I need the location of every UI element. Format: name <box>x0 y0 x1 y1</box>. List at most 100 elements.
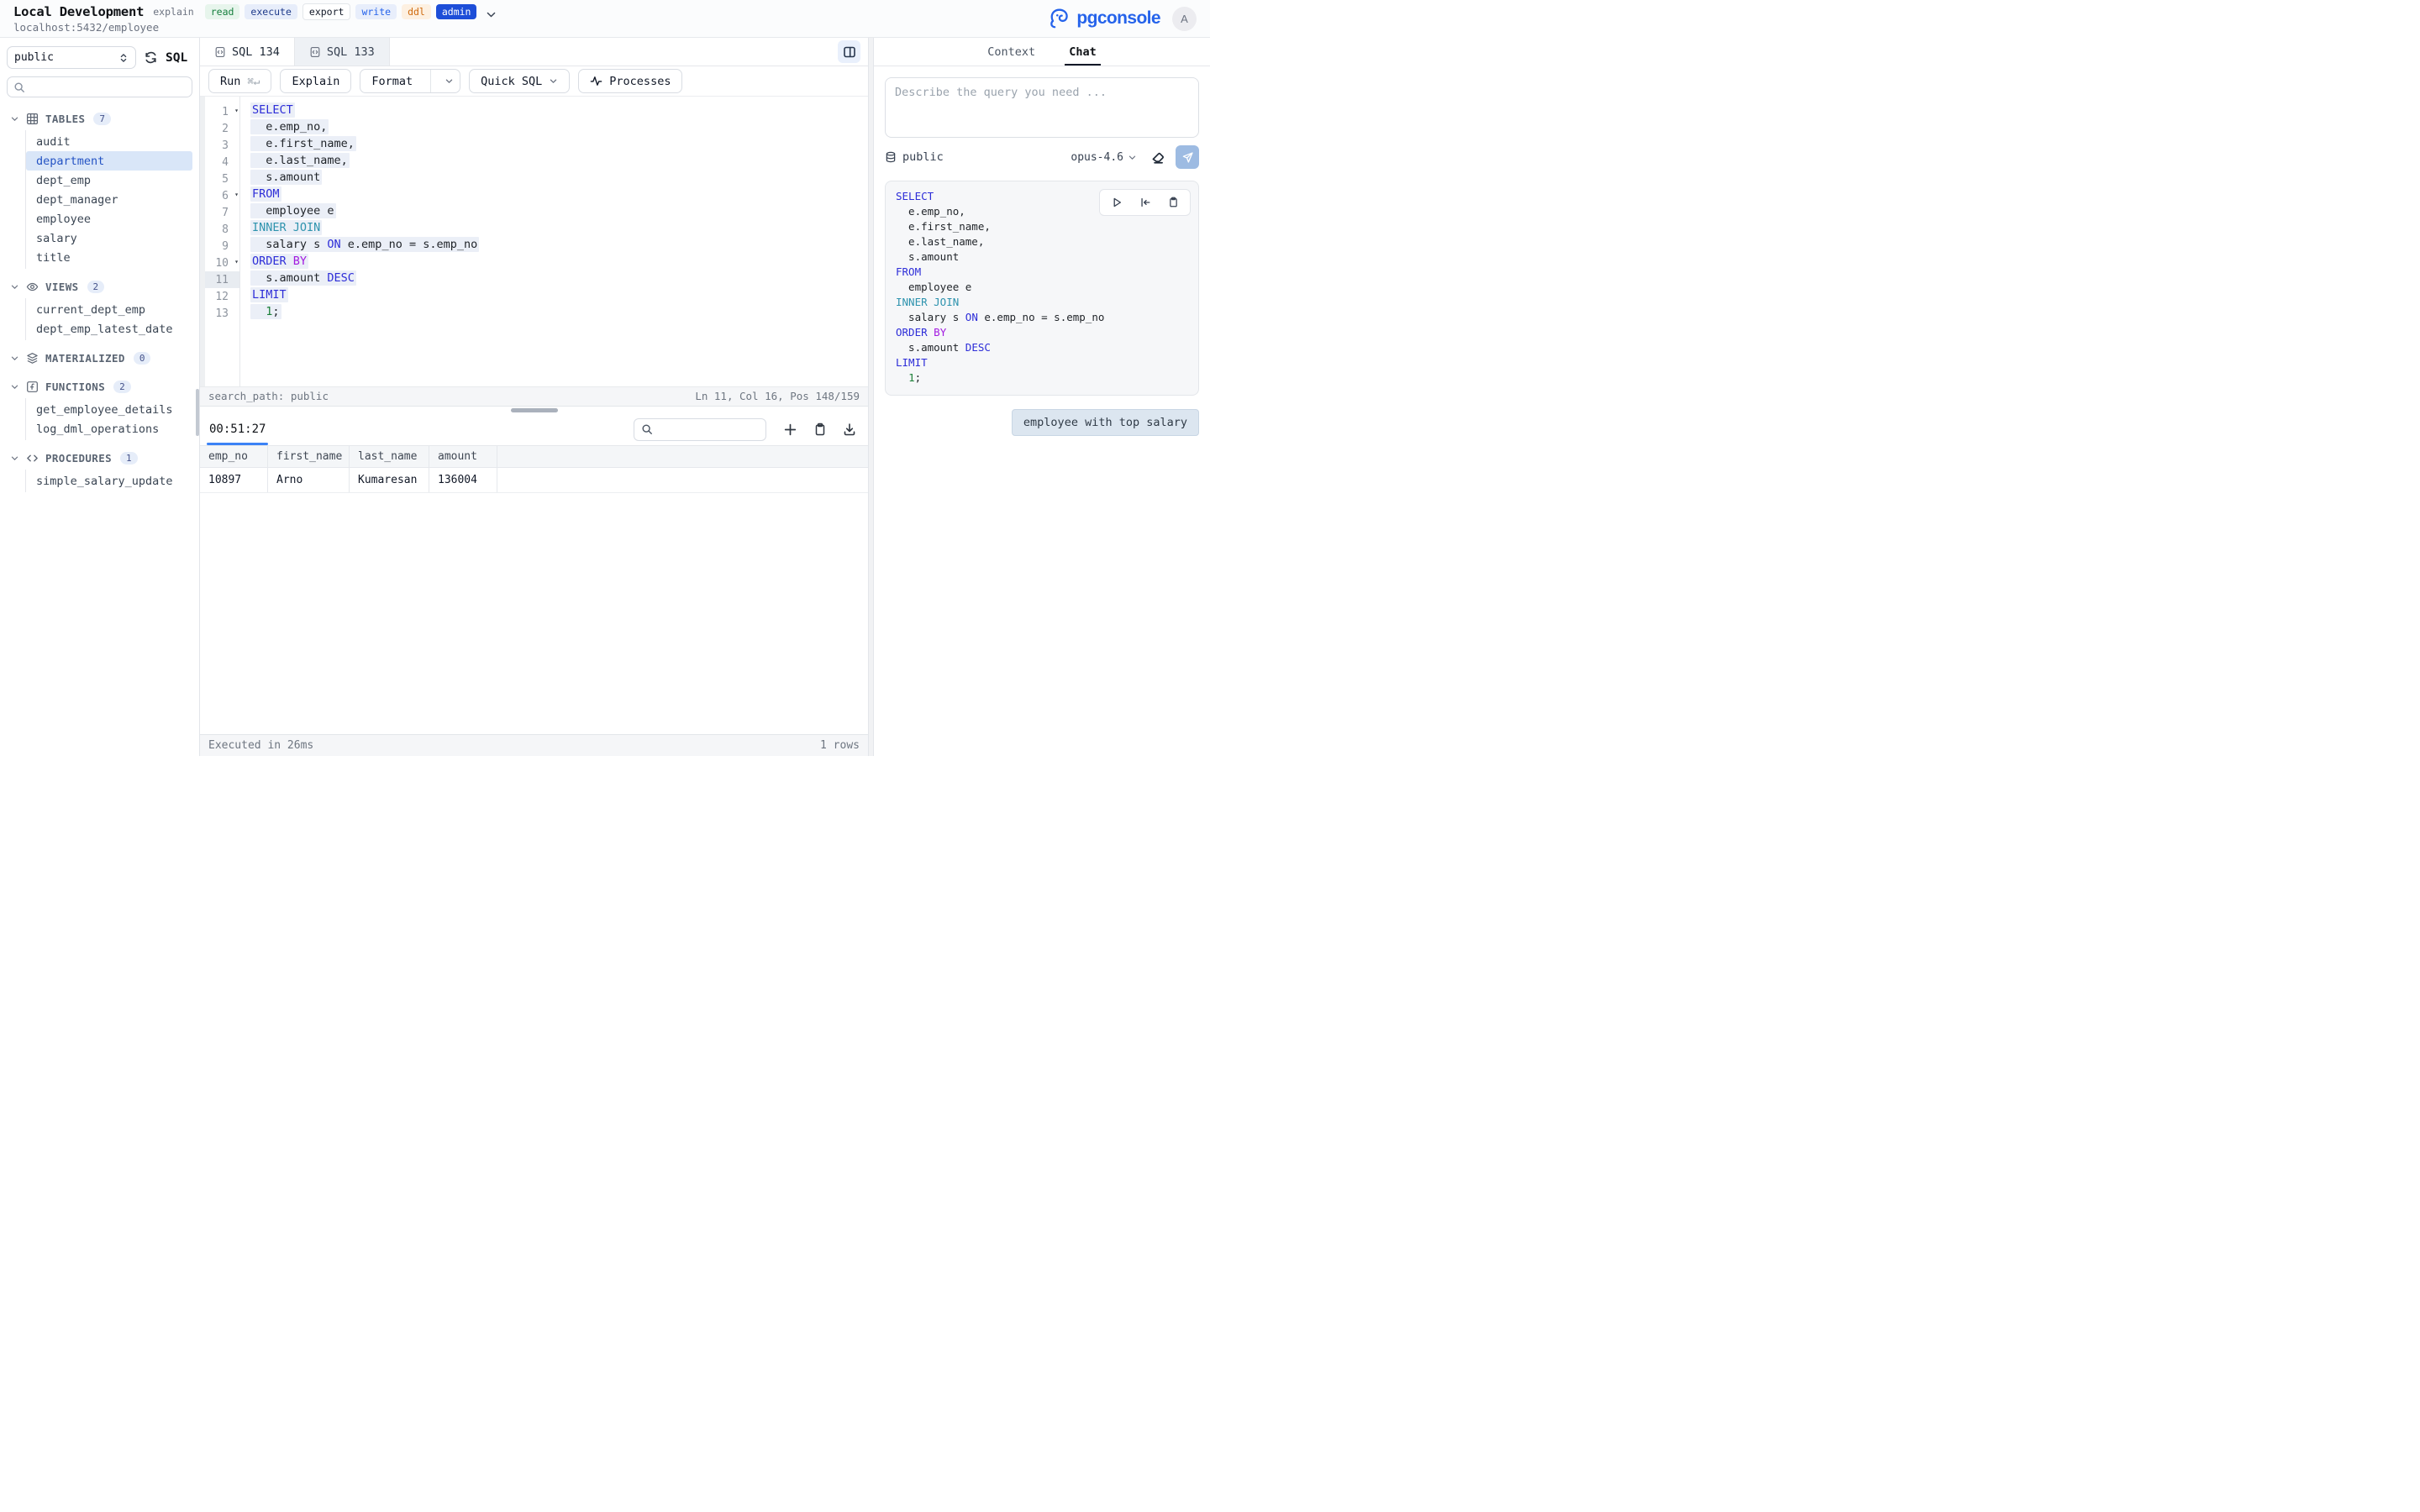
add-tab-icon[interactable] <box>783 423 797 437</box>
editor-line-5[interactable]: s.amount <box>250 171 868 187</box>
chat-input[interactable] <box>885 77 1199 138</box>
column-header-emp_no[interactable]: emp_no <box>200 446 268 467</box>
assistant-code-line-8: INNER JOIN <box>896 296 1188 311</box>
chevron-down-icon <box>10 454 19 463</box>
sql-editor[interactable]: 1▾23456▾78910▾111213 SELECT e.emp_no, e.… <box>200 97 868 386</box>
avatar[interactable]: A <box>1172 7 1197 31</box>
copy-results-icon[interactable] <box>813 423 827 436</box>
chevron-down-icon <box>10 382 19 391</box>
line-number-12: 12 <box>205 288 239 305</box>
sidebar-section-header-functions[interactable]: FUNCTIONS2 <box>0 375 199 397</box>
editor-line-2[interactable]: e.emp_no, <box>250 120 868 137</box>
permission-badge-ddl: ddl <box>402 4 431 19</box>
section-count-badge: 7 <box>93 113 111 125</box>
editor-line-7[interactable]: employee e <box>250 204 868 221</box>
editor-line-12[interactable]: LIMIT <box>250 288 868 305</box>
sidebar-item-dept_manager[interactable]: dept_manager <box>26 190 192 209</box>
sidebar-item-employee[interactable]: employee <box>26 209 192 228</box>
results-search[interactable] <box>634 418 766 441</box>
editor-tab-sql-134[interactable]: SQL 134 <box>200 38 295 66</box>
file-code-icon <box>309 46 321 58</box>
sidebar-item-dept_emp_latest_date[interactable]: dept_emp_latest_date <box>26 319 192 339</box>
sidebar-search[interactable] <box>7 76 192 97</box>
sql-mode-label[interactable]: SQL <box>166 51 187 65</box>
model-select[interactable]: opus-4.6 <box>1071 151 1137 164</box>
fold-marker-icon[interactable]: ▾ <box>234 258 239 265</box>
format-dropdown-chevron-icon[interactable] <box>438 70 460 92</box>
editor-line-8[interactable]: INNER JOIN <box>250 221 868 238</box>
editor-line-13[interactable]: 1; <box>250 305 868 322</box>
editor-code[interactable]: SELECT e.emp_no, e.first_name, e.last_na… <box>240 97 868 386</box>
sidebar-item-department[interactable]: department <box>26 151 192 171</box>
refresh-icon[interactable] <box>144 50 158 65</box>
sidebar-section-header-procedures[interactable]: PROCEDURES1 <box>0 447 199 469</box>
format-button[interactable]: Format <box>360 69 460 93</box>
explain-button[interactable]: Explain <box>280 69 351 93</box>
column-header-last_name[interactable]: last_name <box>350 446 429 467</box>
sidebar-item-salary[interactable]: salary <box>26 228 192 248</box>
format-label: Format <box>360 70 424 92</box>
download-results-icon[interactable] <box>843 423 856 436</box>
sidebar-item-title[interactable]: title <box>26 248 192 267</box>
assistant-code-line-9: salary s ON e.emp_no = s.emp_no <box>896 311 1188 326</box>
model-label: opus-4.6 <box>1071 151 1123 164</box>
editor-line-4[interactable]: e.last_name, <box>250 154 868 171</box>
chevron-down-icon[interactable] <box>486 9 497 20</box>
results-table-body: 10897ArnoKumaresan136004 <box>200 468 868 493</box>
clear-chat-icon[interactable] <box>1150 150 1165 165</box>
sidebar-section-header-tables[interactable]: TABLES7 <box>0 108 199 129</box>
copy-code-icon[interactable] <box>1168 197 1179 208</box>
sidebar-item-log_dml_operations[interactable]: log_dml_operations <box>26 419 192 438</box>
assistant-tab-chat[interactable]: Chat <box>1067 38 1098 66</box>
row-count: 1 rows <box>820 739 860 752</box>
chat-schema-context[interactable]: public <box>885 150 944 164</box>
editor-line-11[interactable]: s.amount DESC <box>250 271 868 288</box>
sidebar-item-get_employee_details[interactable]: get_employee_details <box>26 400 192 419</box>
editor-line-3[interactable]: e.first_name, <box>250 137 868 154</box>
send-button[interactable] <box>1176 145 1199 169</box>
permission-badge-admin: admin <box>436 4 477 19</box>
editor-line-6[interactable]: FROM <box>250 187 868 204</box>
editor-line-9[interactable]: salary s ON e.emp_no = s.emp_no <box>250 238 868 255</box>
fold-marker-icon[interactable]: ▾ <box>234 191 239 198</box>
quick-sql-label: Quick SQL <box>481 75 542 88</box>
editor-toolbar: Run ⌘↵ Explain Format Quick SQL <box>200 66 868 97</box>
schema-select[interactable]: public <box>7 46 136 69</box>
table-row[interactable]: 10897ArnoKumaresan136004 <box>200 468 868 493</box>
results-divider-handle[interactable] <box>511 408 558 412</box>
assistant-tab-context[interactable]: Context <box>986 38 1037 66</box>
sidebar-item-simple_salary_update[interactable]: simple_salary_update <box>26 471 192 491</box>
sidebar-item-dept_emp[interactable]: dept_emp <box>26 171 192 190</box>
activity-pulse-icon <box>590 75 602 87</box>
quick-sql-button[interactable]: Quick SQL <box>469 69 570 93</box>
column-header-amount[interactable]: amount <box>429 446 497 467</box>
insert-into-editor-icon[interactable] <box>1139 197 1151 208</box>
sidebar-item-audit[interactable]: audit <box>26 132 192 151</box>
table-icon <box>26 113 39 125</box>
permission-badge-execute: execute <box>245 4 297 19</box>
split-panel-button[interactable] <box>838 40 860 63</box>
sidebar-search-input[interactable] <box>30 81 186 93</box>
sidebar-section-header-materialized[interactable]: MATERIALIZED0 <box>0 347 199 369</box>
app-window: Local Development explainreadexecuteexpo… <box>0 0 1210 756</box>
editor-line-10[interactable]: ORDER BY <box>250 255 868 271</box>
sidebar-section-header-views[interactable]: VIEWS2 <box>0 276 199 297</box>
results-timer-tab[interactable]: 00:51:27 <box>207 414 268 445</box>
logo-text: pgconsole <box>1076 8 1160 29</box>
results-search-input[interactable] <box>658 423 759 436</box>
editor-statusbar: search_path: public Ln 11, Col 16, Pos 1… <box>200 386 868 407</box>
panel-resize-gutter[interactable] <box>868 38 874 756</box>
cell-amount: 136004 <box>429 468 497 492</box>
fold-marker-icon[interactable]: ▾ <box>234 107 239 114</box>
sidebar-resize-handle[interactable] <box>196 389 199 436</box>
editor-line-1[interactable]: SELECT <box>250 103 868 120</box>
section-count-badge: 1 <box>120 452 138 465</box>
line-number-6: 6▾ <box>205 187 239 204</box>
run-code-icon[interactable] <box>1111 197 1123 208</box>
column-header-first_name[interactable]: first_name <box>268 446 350 467</box>
run-button[interactable]: Run ⌘↵ <box>208 69 271 93</box>
chevron-down-icon <box>10 114 19 123</box>
sidebar-item-current_dept_emp[interactable]: current_dept_emp <box>26 300 192 319</box>
editor-tab-sql-133[interactable]: SQL 133 <box>295 38 390 66</box>
processes-button[interactable]: Processes <box>578 69 682 93</box>
